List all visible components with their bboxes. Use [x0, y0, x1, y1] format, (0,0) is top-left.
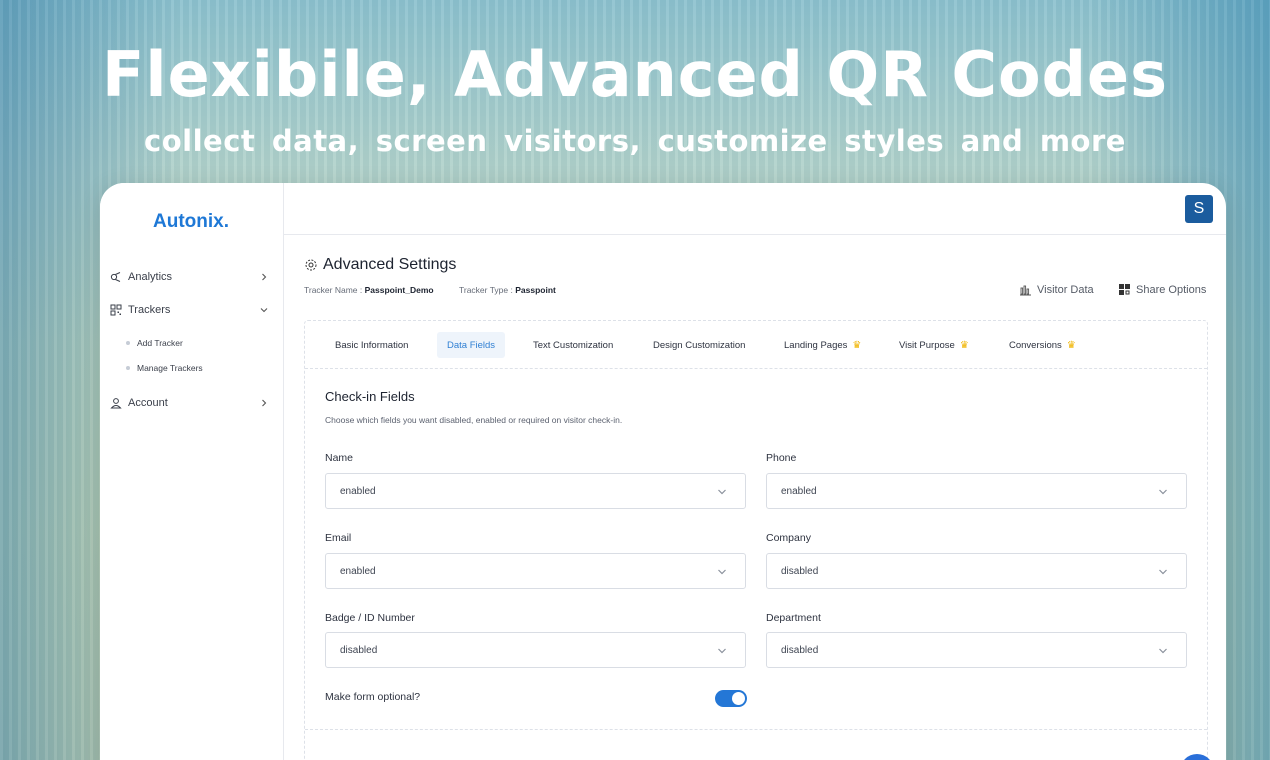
company-field-label: Company	[766, 532, 811, 544]
section-description: Choose which fields you want disabled, e…	[325, 415, 623, 425]
divider	[305, 729, 1207, 730]
tab-basic-information[interactable]: Basic Information	[325, 332, 418, 358]
tab-data-fields[interactable]: Data Fields	[437, 332, 506, 358]
badge-field-label: Badge / ID Number	[325, 612, 415, 624]
toggle-knob	[732, 692, 745, 705]
chevron-down-icon	[718, 489, 726, 495]
department-select[interactable]: disabled	[766, 632, 1187, 668]
crown-icon: ♛	[959, 339, 969, 351]
email-field-label: Email	[325, 532, 352, 544]
app-window: Autonix. Analytics Trackers Add Tracker …	[100, 183, 1226, 760]
chevron-down-icon	[260, 308, 268, 313]
chevron-down-icon	[1159, 648, 1167, 654]
bar-chart-icon	[1020, 285, 1031, 296]
chevron-down-icon	[1159, 569, 1167, 575]
name-field-label: Name	[325, 452, 354, 464]
crown-icon: ♛	[1066, 339, 1076, 351]
badge-select[interactable]: disabled	[325, 632, 746, 668]
sidebar-subitem-manage-trackers[interactable]: Manage Trackers	[126, 363, 203, 373]
settings-card: Basic Information Data Fields Text Custo…	[304, 320, 1208, 760]
chevron-down-icon	[1159, 489, 1167, 495]
department-field-label: Department	[766, 612, 821, 624]
hero-subtitle: collect data, screen visitors, customize…	[144, 124, 1126, 158]
share-options-button[interactable]: Share Options	[1118, 283, 1206, 296]
section-title: Check-in Fields	[325, 389, 415, 404]
user-avatar[interactable]: S	[1185, 195, 1213, 223]
tracker-type-meta: Tracker Type : Passpoint	[459, 285, 556, 295]
form-optional-label: Make form optional?	[325, 691, 421, 703]
tab-conversions[interactable]: Conversions ♛	[999, 332, 1086, 358]
tab-design-customization[interactable]: Design Customization	[643, 332, 755, 358]
sidebar-item-trackers[interactable]: Trackers	[109, 299, 274, 321]
top-bar: S	[284, 183, 1226, 235]
sidebar-item-analytics[interactable]: Analytics	[109, 266, 274, 288]
user-icon	[109, 396, 123, 410]
form-optional-toggle[interactable]	[715, 690, 747, 707]
gear-icon	[305, 259, 317, 271]
tab-text-customization[interactable]: Text Customization	[523, 332, 623, 358]
sidebar-subitem-add-tracker[interactable]: Add Tracker	[126, 338, 183, 348]
phone-field-label: Phone	[766, 452, 797, 464]
main-content: Advanced Settings Tracker Name : Passpoi…	[284, 235, 1226, 760]
bullet-dot	[126, 341, 130, 345]
sidebar-item-label: Account	[128, 397, 168, 409]
tab-visit-purpose[interactable]: Visit Purpose ♛	[889, 332, 979, 358]
phone-select[interactable]: enabled	[766, 473, 1187, 509]
crown-icon: ♛	[852, 339, 862, 351]
bullet-dot	[126, 366, 130, 370]
visitor-data-button[interactable]: Visitor Data	[1019, 283, 1094, 296]
chevron-down-icon	[718, 569, 726, 575]
email-select[interactable]: enabled	[325, 553, 746, 589]
sidebar: Autonix. Analytics Trackers Add Tracker …	[100, 183, 284, 760]
sidebar-item-label: Trackers	[128, 304, 171, 316]
qr-share-icon	[1119, 284, 1130, 295]
tab-landing-pages[interactable]: Landing Pages ♛	[774, 332, 871, 358]
hero-title: Flexibile, Advanced QR Codes	[102, 38, 1168, 111]
company-select[interactable]: disabled	[766, 553, 1187, 589]
chevron-right-icon	[262, 273, 267, 281]
brand-logo[interactable]: Autonix.	[153, 211, 229, 233]
analytics-icon	[109, 270, 123, 284]
sidebar-item-account[interactable]: Account	[109, 392, 274, 414]
tracker-name-meta: Tracker Name : Passpoint_Demo	[304, 285, 434, 295]
tab-bar: Basic Information Data Fields Text Custo…	[305, 321, 1207, 369]
chevron-down-icon	[718, 648, 726, 654]
page-title: Advanced Settings	[304, 256, 456, 274]
sidebar-item-label: Analytics	[128, 271, 173, 283]
qr-icon	[109, 303, 123, 317]
chevron-right-icon	[262, 399, 267, 407]
name-select[interactable]: enabled	[325, 473, 746, 509]
